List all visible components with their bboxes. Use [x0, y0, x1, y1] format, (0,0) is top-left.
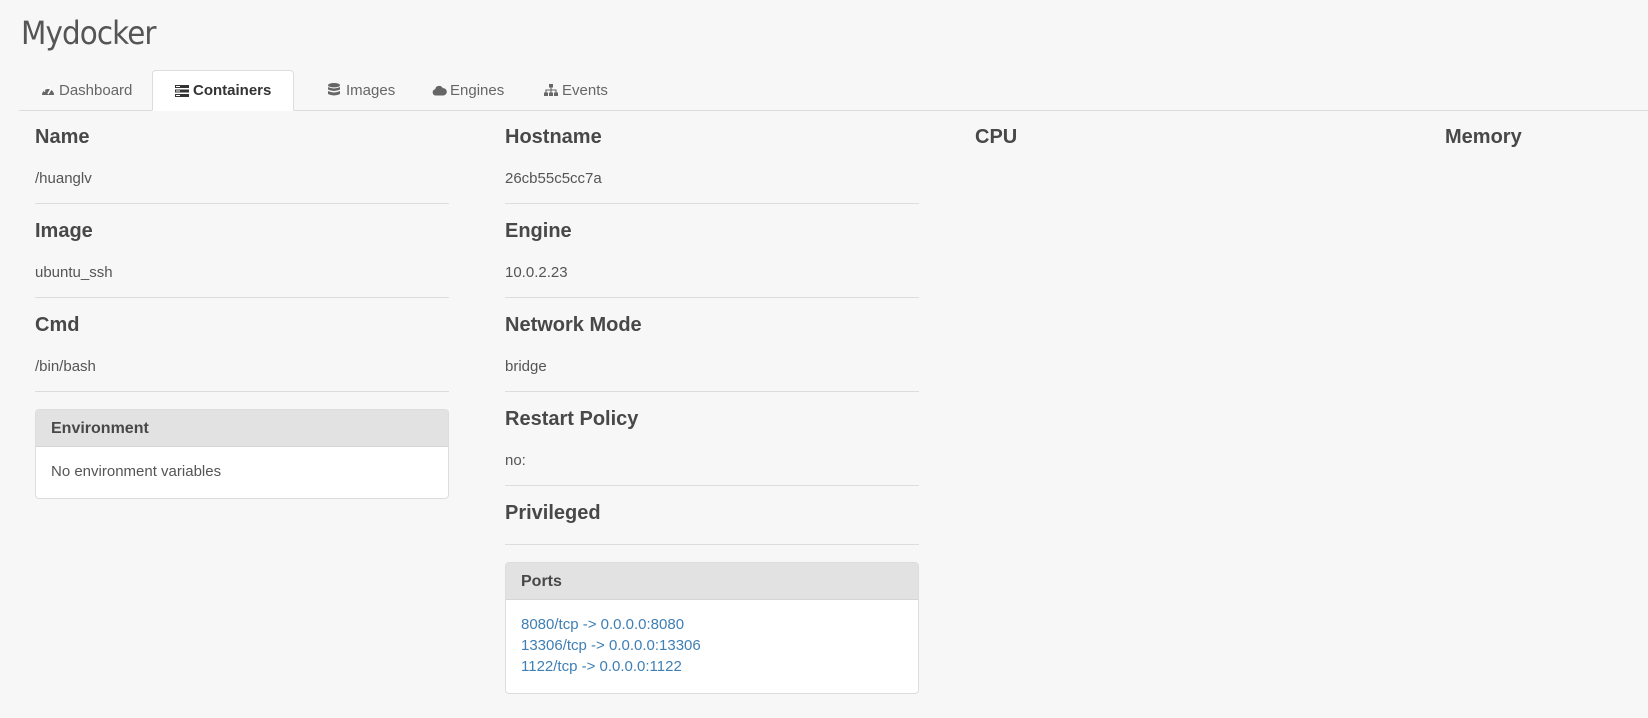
- name-value: /huanglv: [35, 170, 92, 187]
- engine-field: Engine 10.0.2.23: [505, 204, 919, 298]
- tab-images[interactable]: Images: [306, 70, 417, 110]
- image-field: Image ubuntu_ssh: [35, 204, 449, 298]
- container-info-left: Name /huanglv Image ubuntu_ssh Cmd /bin/…: [35, 110, 449, 499]
- network-mode-label: Network Mode: [505, 314, 642, 336]
- memory-label: Memory: [1445, 126, 1522, 148]
- tab-events-label: Events: [562, 81, 608, 99]
- privileged-field: Privileged: [505, 486, 919, 545]
- tab-dashboard[interactable]: Dashboard: [19, 70, 154, 110]
- sitemap-icon: [544, 83, 560, 97]
- cpu-section: CPU: [975, 110, 1389, 149]
- cpu-label: CPU: [975, 126, 1018, 148]
- restart-policy-label: Restart Policy: [505, 408, 639, 430]
- ports-panel: Ports 8080/tcp -> 0.0.0.0:8080 13306/tcp…: [505, 562, 919, 694]
- environment-panel-title: Environment: [36, 410, 448, 447]
- tab-engines-label: Engines: [450, 81, 505, 99]
- cloud-icon: [432, 83, 448, 97]
- network-mode-value: bridge: [505, 358, 547, 375]
- tab-engines[interactable]: Engines: [410, 70, 526, 110]
- name-label: Name: [35, 126, 90, 148]
- cmd-label: Cmd: [35, 314, 80, 336]
- main-tabs: Dashboard Containers Images Engines Even…: [19, 70, 1648, 111]
- ports-panel-title: Ports: [506, 563, 918, 600]
- tab-images-label: Images: [346, 81, 396, 99]
- hostname-label: Hostname: [505, 126, 602, 148]
- environment-panel: Environment No environment variables: [35, 409, 449, 499]
- cmd-value: /bin/bash: [35, 358, 96, 375]
- environment-empty-text: No environment variables: [51, 463, 222, 480]
- cmd-field: Cmd /bin/bash: [35, 298, 449, 392]
- name-field: Name /huanglv: [35, 110, 449, 204]
- port-link[interactable]: 1122/tcp -> 0.0.0.0:1122: [521, 656, 903, 677]
- engine-value: 10.0.2.23: [505, 264, 568, 281]
- tab-containers-label: Containers: [193, 82, 272, 99]
- hostname-field: Hostname 26cb55c5cc7a: [505, 110, 919, 204]
- tab-events[interactable]: Events: [522, 70, 630, 110]
- port-link[interactable]: 8080/tcp -> 0.0.0.0:8080: [521, 614, 903, 635]
- memory-section: Memory: [1445, 110, 1635, 149]
- tab-containers[interactable]: Containers: [152, 70, 295, 111]
- image-label: Image: [35, 220, 93, 242]
- containers-icon: [175, 84, 191, 98]
- port-link[interactable]: 13306/tcp -> 0.0.0.0:13306: [521, 635, 903, 656]
- image-value: ubuntu_ssh: [35, 264, 113, 281]
- network-mode-field: Network Mode bridge: [505, 298, 919, 392]
- engine-label: Engine: [505, 220, 572, 242]
- database-icon: [328, 83, 344, 97]
- restart-policy-value: no:: [505, 452, 526, 469]
- dashboard-icon: [41, 83, 57, 97]
- restart-policy-field: Restart Policy no:: [505, 392, 919, 486]
- ports-list: 8080/tcp -> 0.0.0.0:8080 13306/tcp -> 0.…: [506, 600, 918, 693]
- hostname-value: 26cb55c5cc7a: [505, 170, 602, 187]
- tab-dashboard-label: Dashboard: [59, 81, 133, 99]
- privileged-label: Privileged: [505, 502, 601, 524]
- brand-logo[interactable]: Mydocker: [21, 14, 156, 52]
- container-info-middle: Hostname 26cb55c5cc7a Engine 10.0.2.23 N…: [505, 110, 919, 694]
